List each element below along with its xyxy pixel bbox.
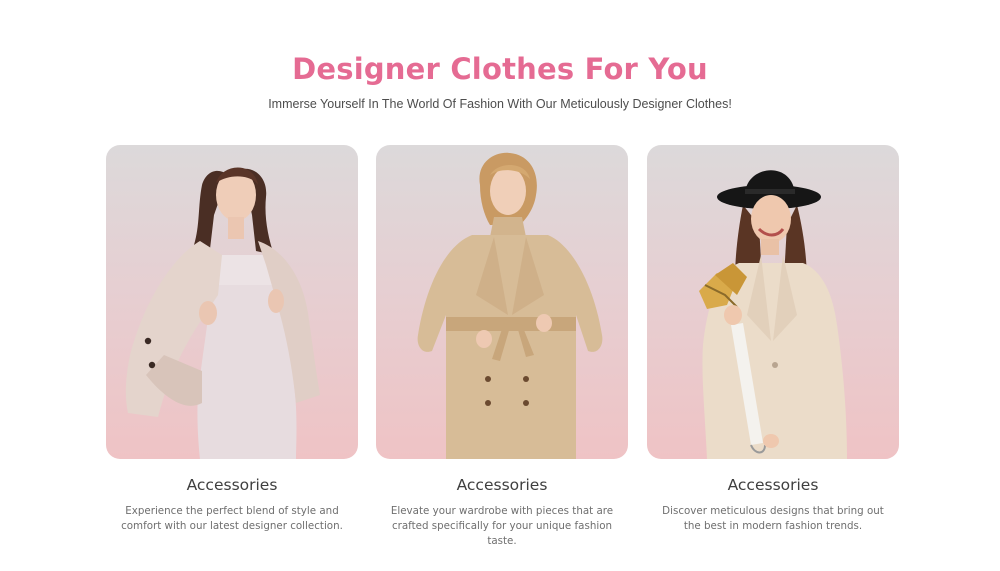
- product-card-3[interactable]: Accessories Discover meticulous designs …: [647, 145, 899, 534]
- model-photo-3[interactable]: [647, 145, 899, 459]
- card-description: Discover meticulous designs that bring o…: [662, 505, 884, 532]
- model-photo-2[interactable]: [376, 145, 628, 459]
- card-title: Accessories: [456, 476, 548, 494]
- model-illustration-2: [417, 152, 603, 459]
- page-title: Designer Clothes For You: [292, 52, 708, 86]
- card-description: Experience the perfect blend of style an…: [121, 505, 343, 532]
- product-card-2[interactable]: Accessories Elevate your wardrobe with p…: [376, 145, 628, 549]
- product-card-1[interactable]: Accessories Experience the perfect blend…: [106, 145, 358, 534]
- model-photo-1[interactable]: [106, 145, 358, 459]
- card-title: Accessories: [186, 476, 278, 494]
- card-description: Elevate your wardrobe with pieces that a…: [390, 505, 614, 547]
- model-illustration-1: [125, 167, 320, 459]
- page-subtitle: Immerse Yourself In The World Of Fashion…: [268, 97, 732, 111]
- card-title: Accessories: [727, 476, 819, 494]
- model-illustration-3: [699, 170, 847, 459]
